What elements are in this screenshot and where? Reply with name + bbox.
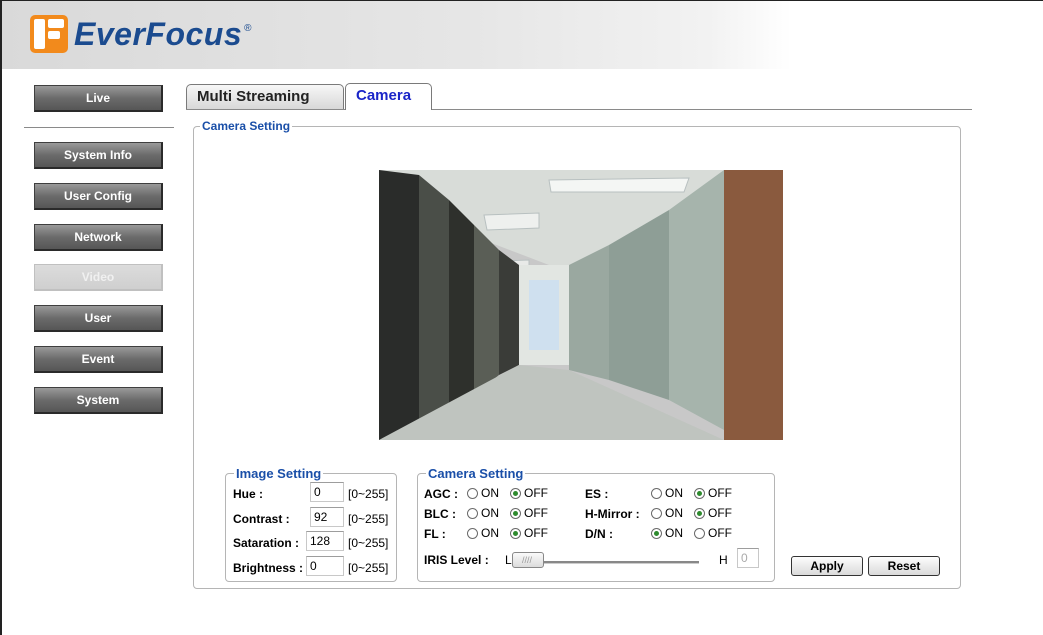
nav-divider: [24, 127, 174, 128]
iris-slider-thumb[interactable]: ////: [512, 552, 544, 568]
fl-label: FL :: [424, 527, 446, 541]
fl-on-radio[interactable]: ON: [467, 526, 499, 540]
brightness-input[interactable]: [306, 556, 344, 576]
nav-live-button[interactable]: Live: [34, 85, 163, 112]
blc-off-radio[interactable]: OFF: [510, 506, 548, 520]
h-mirror-label: H-Mirror :: [585, 507, 640, 521]
agc-on-radio[interactable]: ON: [467, 486, 499, 500]
nav-event-button[interactable]: Event: [34, 346, 163, 373]
contrast-range: [0~255]: [348, 512, 389, 526]
nav-network-button[interactable]: Network: [34, 224, 163, 251]
saturation-label: Sataration :: [233, 536, 300, 550]
registered-mark: ®: [244, 22, 252, 34]
dn-off-radio[interactable]: OFF: [694, 526, 732, 540]
everfocus-logo-icon: [30, 15, 68, 53]
contrast-label: Contrast :: [233, 512, 290, 526]
es-on-radio[interactable]: ON: [651, 486, 683, 500]
tab-multi-streaming[interactable]: Multi Streaming: [186, 84, 344, 109]
blc-label: BLC :: [424, 507, 456, 521]
fl-off-radio[interactable]: OFF: [510, 526, 548, 540]
logo: EverFocus ®: [30, 15, 252, 53]
nav-user-button[interactable]: User: [34, 305, 163, 332]
nav-system-info-button[interactable]: System Info: [34, 142, 163, 169]
h-mirror-off-radio[interactable]: OFF: [694, 506, 732, 520]
corridor-image: [379, 170, 783, 440]
iris-high-label: H: [719, 553, 728, 567]
tab-camera[interactable]: Camera: [345, 83, 432, 110]
nav-user-config-button[interactable]: User Config: [34, 183, 163, 210]
blc-on-radio[interactable]: ON: [467, 506, 499, 520]
iris-slider-track[interactable]: [519, 561, 699, 564]
camera-options-title: Camera Setting: [428, 466, 524, 481]
video-preview: [379, 170, 783, 440]
brightness-label: Brightness :: [233, 561, 304, 575]
hue-label: Hue :: [233, 487, 263, 501]
nav-video-button[interactable]: Video: [34, 264, 163, 291]
h-mirror-on-radio[interactable]: ON: [651, 506, 683, 520]
image-setting-title: Image Setting: [236, 466, 322, 481]
header: EverFocus ®: [2, 1, 1041, 69]
hue-range: [0~255]: [348, 487, 389, 501]
brightness-range: [0~255]: [348, 561, 389, 575]
tab-underline: [186, 109, 972, 110]
hue-input[interactable]: [310, 482, 344, 502]
brand-name: EverFocus: [74, 15, 243, 52]
dn-on-radio[interactable]: ON: [651, 526, 683, 540]
iris-level-label: IRIS Level :: [424, 553, 489, 567]
apply-button[interactable]: Apply: [791, 556, 863, 576]
nav-system-button[interactable]: System: [34, 387, 163, 414]
saturation-input[interactable]: [306, 531, 344, 551]
agc-off-radio[interactable]: OFF: [510, 486, 548, 500]
contrast-input[interactable]: [310, 507, 344, 527]
iris-low-label: L: [505, 553, 512, 567]
agc-label: AGC :: [424, 487, 458, 501]
es-off-radio[interactable]: OFF: [694, 486, 732, 500]
saturation-range: [0~255]: [348, 536, 389, 550]
es-label: ES :: [585, 487, 609, 501]
iris-level-input[interactable]: [737, 548, 759, 568]
camera-setting-title: Camera Setting: [202, 119, 291, 133]
reset-button[interactable]: Reset: [868, 556, 940, 576]
dn-label: D/N :: [585, 527, 613, 541]
